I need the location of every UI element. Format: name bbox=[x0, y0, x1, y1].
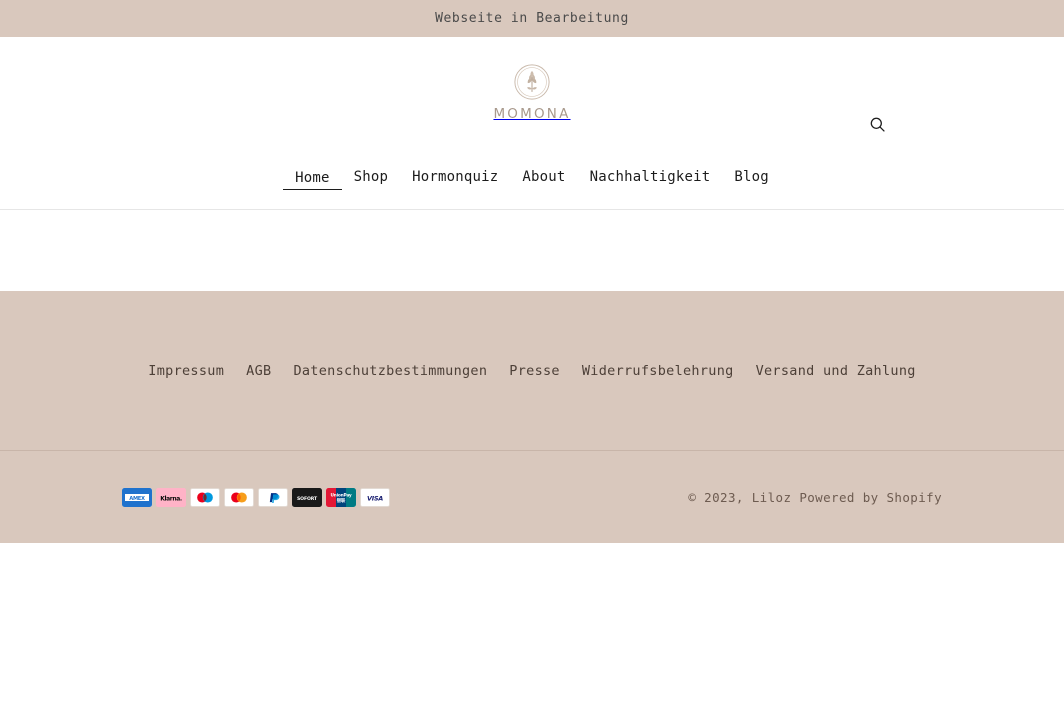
footer-link-datenschutzbestimmungen[interactable]: Datenschutzbestimmungen bbox=[282, 357, 498, 385]
payment-icon-visa: VISA bbox=[360, 487, 390, 507]
search-icon bbox=[869, 116, 886, 136]
page-background-area bbox=[0, 543, 1064, 720]
nav-item-home[interactable]: Home bbox=[283, 164, 342, 190]
copyright-text: © 2023, Liloz Powered by Shopify bbox=[688, 490, 942, 505]
footer-link-agb[interactable]: AGB bbox=[235, 357, 282, 385]
copyright-year: © 2023, bbox=[688, 489, 744, 505]
payment-methods-list: AMEX Klarna. SOFORT UnionPay 银联 VISA bbox=[122, 487, 390, 507]
announcement-bar: Webseite in Bearbeitung bbox=[0, 0, 1064, 37]
announcement-text: Webseite in Bearbeitung bbox=[435, 11, 629, 26]
payment-icon-maestro bbox=[190, 487, 220, 507]
footer-navigation: Impressum AGB Datenschutzbestimmungen Pr… bbox=[0, 291, 1064, 450]
nav-item-nachhaltigkeit[interactable]: Nachhaltigkeit bbox=[578, 163, 723, 191]
payment-icon-klarna: Klarna. bbox=[156, 487, 186, 507]
footer-link-widerrufsbelehrung[interactable]: Widerrufsbelehrung bbox=[571, 357, 745, 385]
footer-bottom-bar: AMEX Klarna. SOFORT UnionPay 银联 VISA © 2… bbox=[0, 451, 1064, 543]
svg-text:Klarna.: Klarna. bbox=[160, 495, 182, 502]
svg-text:VISA: VISA bbox=[367, 494, 383, 502]
site-header: MOMONA Home Shop Hormonquiz About Nachha… bbox=[0, 37, 1064, 210]
shop-name-link[interactable]: Liloz bbox=[752, 490, 792, 505]
payment-icon-american-express: AMEX bbox=[122, 487, 152, 507]
site-logo[interactable]: MOMONA bbox=[0, 63, 1064, 122]
nav-item-blog[interactable]: Blog bbox=[722, 163, 781, 191]
nav-item-shop[interactable]: Shop bbox=[342, 163, 401, 191]
powered-by-shopify-link[interactable]: Powered by Shopify bbox=[799, 490, 942, 505]
search-button[interactable] bbox=[864, 113, 890, 139]
main-navigation: Home Shop Hormonquiz About Nachhaltigkei… bbox=[0, 163, 1064, 191]
svg-text:SOFORT: SOFORT bbox=[297, 496, 318, 502]
svg-text:银联: 银联 bbox=[337, 497, 346, 504]
payment-icon-sofort: SOFORT bbox=[292, 487, 322, 507]
svg-text:AMEX: AMEX bbox=[129, 495, 145, 501]
footer-link-impressum[interactable]: Impressum bbox=[137, 357, 235, 385]
wheat-circle-emblem-icon bbox=[513, 63, 551, 101]
svg-text:UnionPay: UnionPay bbox=[330, 492, 351, 498]
site-footer: Impressum AGB Datenschutzbestimmungen Pr… bbox=[0, 291, 1064, 543]
footer-link-versand-und-zahlung[interactable]: Versand und Zahlung bbox=[745, 357, 927, 385]
payment-icon-mastercard bbox=[224, 487, 254, 507]
nav-item-hormonquiz[interactable]: Hormonquiz bbox=[400, 163, 510, 191]
payment-icon-paypal bbox=[258, 487, 288, 507]
main-content-area bbox=[0, 210, 1064, 291]
footer-link-presse[interactable]: Presse bbox=[498, 357, 571, 385]
logo-wordmark: MOMONA bbox=[493, 106, 571, 122]
payment-icon-unionpay: UnionPay 银联 bbox=[326, 487, 356, 507]
nav-item-about[interactable]: About bbox=[510, 163, 577, 191]
